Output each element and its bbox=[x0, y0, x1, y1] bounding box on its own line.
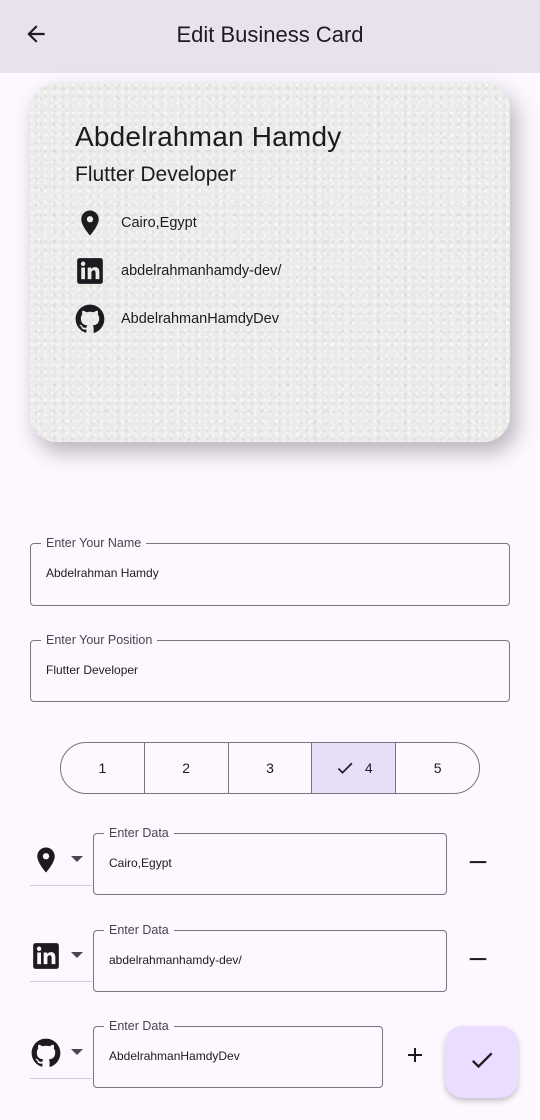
icon-dropdown-location[interactable] bbox=[30, 834, 92, 886]
item-count-segmented-control: 1 2 3 4 5 bbox=[60, 742, 480, 794]
github-icon bbox=[74, 303, 106, 335]
segment-label: 1 bbox=[98, 760, 107, 776]
position-field-value[interactable]: Flutter Developer bbox=[46, 663, 138, 677]
data-field-value[interactable]: AbdelrahmanHamdyDev bbox=[109, 1049, 240, 1063]
data-field-location[interactable]: Enter Data Cairo,Egypt bbox=[93, 825, 447, 895]
data-field-value[interactable]: abdelrahmanhamdy-dev/ bbox=[109, 953, 242, 967]
data-field-label: Enter Data bbox=[104, 1018, 174, 1034]
segment-label: 2 bbox=[182, 760, 191, 776]
card-item-linkedin: abdelrahmanhamdy-dev/ bbox=[74, 253, 281, 289]
page-title: Edit Business Card bbox=[176, 22, 364, 47]
data-field-linkedin[interactable]: Enter Data abdelrahmanhamdy-dev/ bbox=[93, 922, 447, 992]
card-item-text: abdelrahmanhamdy-dev/ bbox=[121, 263, 282, 279]
name-field[interactable]: Enter Your Name Abdelrahman Hamdy bbox=[30, 535, 510, 606]
segment-2[interactable]: 2 bbox=[143, 743, 228, 793]
card-item-text: AbdelrahmanHamdyDev bbox=[121, 311, 279, 327]
minus-icon bbox=[467, 948, 489, 975]
name-field-label: Enter Your Name bbox=[41, 535, 147, 551]
segment-1[interactable]: 1 bbox=[61, 743, 144, 793]
github-icon bbox=[30, 1037, 62, 1069]
icon-dropdown-linkedin[interactable] bbox=[30, 930, 92, 982]
position-field[interactable]: Enter Your Position Flutter Developer bbox=[30, 632, 510, 702]
data-field-label: Enter Data bbox=[104, 825, 174, 841]
app-bar: Edit Business Card bbox=[0, 0, 540, 73]
card-item-github: AbdelrahmanHamdyDev bbox=[74, 301, 279, 337]
check-icon bbox=[468, 1046, 496, 1079]
segment-label: 4 bbox=[364, 760, 373, 776]
segment-label: 3 bbox=[266, 760, 274, 776]
linkedin-icon bbox=[74, 255, 106, 287]
data-field-github[interactable]: Enter Data AbdelrahmanHamdyDev bbox=[93, 1018, 383, 1088]
location-pin-icon bbox=[74, 207, 106, 239]
minus-icon bbox=[467, 851, 489, 878]
remove-row-button[interactable] bbox=[458, 844, 498, 884]
segment-5[interactable]: 5 bbox=[395, 743, 479, 793]
location-pin-icon bbox=[30, 844, 62, 876]
caret-down-icon bbox=[70, 947, 84, 965]
check-icon bbox=[335, 758, 355, 778]
linkedin-icon bbox=[30, 940, 62, 972]
plus-icon bbox=[403, 1043, 427, 1072]
data-field-label: Enter Data bbox=[104, 922, 174, 938]
add-row-button[interactable] bbox=[395, 1037, 435, 1077]
save-fab-button[interactable] bbox=[445, 1026, 518, 1098]
data-field-value[interactable]: Cairo,Egypt bbox=[109, 856, 172, 870]
icon-dropdown-github[interactable] bbox=[30, 1027, 92, 1079]
name-field-value[interactable]: Abdelrahman Hamdy bbox=[46, 566, 159, 580]
caret-down-icon bbox=[70, 851, 84, 869]
segment-3[interactable]: 3 bbox=[227, 743, 312, 793]
card-item-text: Cairo,Egypt bbox=[121, 215, 197, 231]
card-position: Flutter Developer bbox=[75, 163, 237, 186]
remove-row-button[interactable] bbox=[458, 941, 498, 981]
caret-down-icon bbox=[70, 1044, 84, 1062]
card-item-location: Cairo,Egypt bbox=[74, 205, 197, 241]
business-card-preview: Abdelrahman Hamdy Flutter Developer Cair… bbox=[30, 83, 510, 442]
segment-4[interactable]: 4 bbox=[311, 743, 396, 793]
position-field-label: Enter Your Position bbox=[41, 632, 158, 648]
card-name: Abdelrahman Hamdy bbox=[75, 121, 342, 152]
segment-label: 5 bbox=[433, 760, 442, 776]
